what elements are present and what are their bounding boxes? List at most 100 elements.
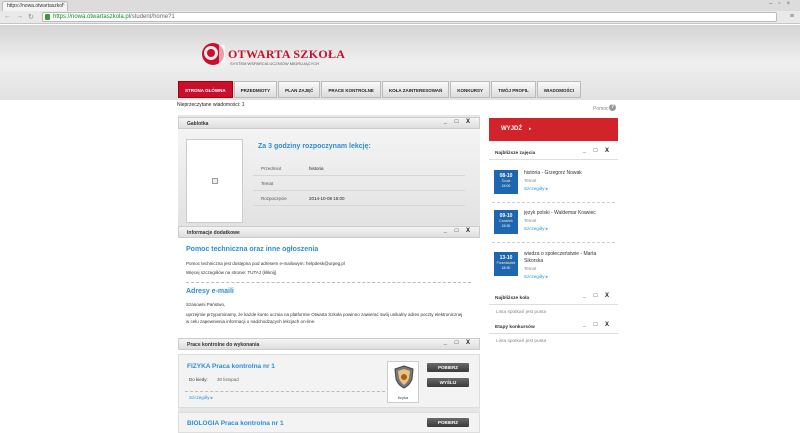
lesson-title: wiedza o społeczeństwie - Marta Sikorska: [524, 251, 597, 264]
clubs-header: Najbliższe koła _ □ X: [489, 293, 618, 305]
divider: [186, 282, 471, 283]
download-button[interactable]: POBIERZ: [427, 418, 469, 427]
close-icon[interactable]: ×: [61, 2, 65, 8]
panel-controls[interactable]: _ □ X: [583, 322, 612, 328]
lesson-title: historia - Grzegorz Nowak: [524, 170, 582, 176]
lesson-topic: Temat: [524, 266, 537, 271]
details-link[interactable]: Szczegóły ▸: [524, 226, 548, 232]
reload-icon[interactable]: ↻: [28, 13, 34, 21]
nav-messages[interactable]: WIADOMOŚCI: [536, 81, 581, 98]
main-nav: STRONA GŁÓWNA PRZEDMIOTY PLAN ZAJĘĆ PRAC…: [178, 81, 582, 98]
time: 15:30: [501, 224, 511, 228]
help-link[interactable]: Pomoc: [593, 106, 609, 112]
help-icon[interactable]: ?: [609, 104, 616, 111]
address-bar[interactable]: https://nowa.otwartaszkola.pl/student/ho…: [42, 12, 777, 22]
logo-title[interactable]: OTWARTA SZKOŁA: [228, 47, 345, 62]
logout-label: WYJDŹ: [501, 126, 522, 132]
info-heading: Pomoc techniczna oraz inne ogłoszenia: [186, 246, 319, 253]
info-link[interactable]: Więcej szczegółów na stronie: TUTAJ (kli…: [186, 269, 466, 276]
nav-profile[interactable]: TWÓJ PROFIL: [491, 81, 536, 98]
nav-subjects[interactable]: PRZEDMIOTY: [233, 81, 278, 98]
details-link[interactable]: Szczegóły ▸: [189, 395, 213, 401]
tab-bar: https://nowa.otwartaszkol × –▫×: [0, 0, 800, 11]
panel-title: Gablotka: [187, 121, 209, 127]
lesson-item: 08-10 Środa 15:00 historia - Grzegorz No…: [489, 164, 618, 202]
panel-header: Prace kontrolne do wykonania _ □ X: [178, 338, 480, 350]
browser-chrome: https://nowa.otwartaszkol × –▫× ← → ↻ ht…: [0, 0, 800, 24]
lesson-topic: Temat: [524, 218, 537, 223]
info-text: uprzejmie przypominamy, że każde konto u…: [186, 312, 463, 324]
browser-tab[interactable]: https://nowa.otwartaszkol ×: [2, 1, 68, 11]
lesson-item: 09-10 Czwartek 15:30 język polski - Wald…: [489, 204, 618, 242]
logout-button[interactable]: WYJDŹ ▸: [489, 118, 618, 141]
forward-icon[interactable]: →: [16, 13, 23, 20]
panel-controls[interactable]: _ □ X: [583, 293, 612, 299]
subject-label: fizyka: [397, 395, 409, 400]
lesson-row: Temat: [253, 177, 465, 191]
panel-controls[interactable]: _ □ X: [444, 119, 473, 125]
tasks-panel: Prace kontrolne do wykonania _ □ X: [178, 338, 480, 350]
row-label: Przedmiot: [261, 166, 282, 171]
task-card: BIOLOGIA Praca kontrolna nr 1 POBIERZ: [178, 412, 480, 433]
section-title: Najbliższe zajęcia: [495, 151, 536, 156]
send-button[interactable]: WYŚLIJ: [427, 378, 469, 387]
empty-message: Lista spotkań jest pusta: [496, 310, 547, 315]
section-title: Etapy konkursów: [495, 325, 535, 330]
panel-controls[interactable]: _ □ X: [444, 340, 473, 346]
details-link[interactable]: Szczegóły ▸: [524, 186, 548, 192]
lock-icon: [45, 14, 50, 20]
date-badge: 08-10 Środa 15:00: [494, 170, 518, 194]
panel-controls[interactable]: _ □ X: [444, 228, 473, 234]
empty-message: Lista spotkań jest pusta: [496, 339, 547, 344]
menu-icon[interactable]: ≡: [790, 13, 794, 20]
nav-clubs[interactable]: KOŁA ZAINTERESOWAŃ: [381, 81, 450, 98]
divider: [492, 242, 615, 243]
nav-contests[interactable]: KONKURSY: [450, 81, 490, 98]
panel-title: Informacje dodatkowe: [187, 230, 240, 236]
subject-badge: fizyka: [387, 361, 419, 403]
gablotka-body: Za 3 godziny rozpoczynam lekcję: Przedmi…: [178, 129, 480, 237]
task-title[interactable]: BIOLOGIA Praca kontrolna nr 1: [187, 420, 284, 427]
lesson-item: 13-10 Poniedziałek 18:30 wiedza o społec…: [489, 245, 618, 289]
day: Czwartek: [499, 219, 513, 223]
panel-controls[interactable]: _ □ X: [583, 148, 612, 154]
row-label: Rozpoczęcie: [261, 196, 287, 201]
day: Środa: [501, 179, 511, 183]
task-title[interactable]: FIZYKA Praca kontrolna nr 1: [187, 363, 275, 370]
row-value: 2014-10-08 15:00: [309, 196, 345, 201]
day: Poniedziałek: [496, 261, 516, 265]
panel-header: Informacje dodatkowe _ □ X: [178, 226, 480, 238]
due-label: Do kiedy:: [189, 377, 208, 382]
arrow-right-icon: ▸: [529, 126, 532, 132]
gablotka-panel: Gablotka _ □ X Za 3 godziny rozpoczynam …: [178, 117, 480, 237]
unread-messages[interactable]: Nieprzeczytane wiadomości: 1: [177, 102, 245, 108]
download-button[interactable]: POBIERZ: [427, 363, 469, 372]
info-text: Pomoc techniczna jest dostępna pod adres…: [186, 261, 345, 266]
lesson-heading: Za 3 godziny rozpoczynam lekcję:: [258, 143, 371, 150]
upcoming-header: Najbliższe zajęcia _ □ X: [489, 148, 618, 160]
back-icon[interactable]: ←: [4, 13, 11, 20]
tab-title: https://nowa.otwartaszkol: [7, 3, 64, 9]
nav-tests[interactable]: PRACE KONTROLNE: [321, 81, 381, 98]
shield-icon: [394, 365, 414, 389]
panel-header: Gablotka _ □ X: [178, 117, 480, 129]
task-card: FIZYKA Praca kontrolna nr 1 Do kiedy: 30…: [178, 354, 480, 408]
info-heading: Adresy e-maili: [186, 288, 234, 295]
divider: [492, 202, 615, 203]
date-badge: 09-10 Czwartek 15:30: [494, 210, 518, 234]
image-placeholder-icon: [212, 178, 218, 184]
logo-emblem-icon: [202, 43, 225, 65]
url-text: https://nowa.otwartaszkola.pl/student/ho…: [53, 14, 175, 20]
nav-schedule[interactable]: PLAN ZAJĘĆ: [278, 81, 321, 98]
lesson-title: język polski - Waldemar Krawiec: [524, 210, 596, 216]
date-badge: 13-10 Poniedziałek 18:30: [494, 252, 518, 276]
lesson-topic: Temat: [524, 178, 537, 183]
details-link[interactable]: Szczegóły ▸: [524, 274, 548, 280]
lesson-row: Przedmiot historia: [253, 162, 465, 176]
lesson-row: Rozpoczęcie 2014-10-08 15:00: [253, 192, 465, 206]
info-text: Szanowni Państwo,: [186, 302, 226, 307]
window-controls[interactable]: –▫×: [769, 1, 796, 7]
contests-header: Etapy konkursów _ □ X: [489, 322, 618, 334]
row-label: Temat: [261, 181, 274, 186]
nav-home[interactable]: STRONA GŁÓWNA: [178, 81, 233, 98]
